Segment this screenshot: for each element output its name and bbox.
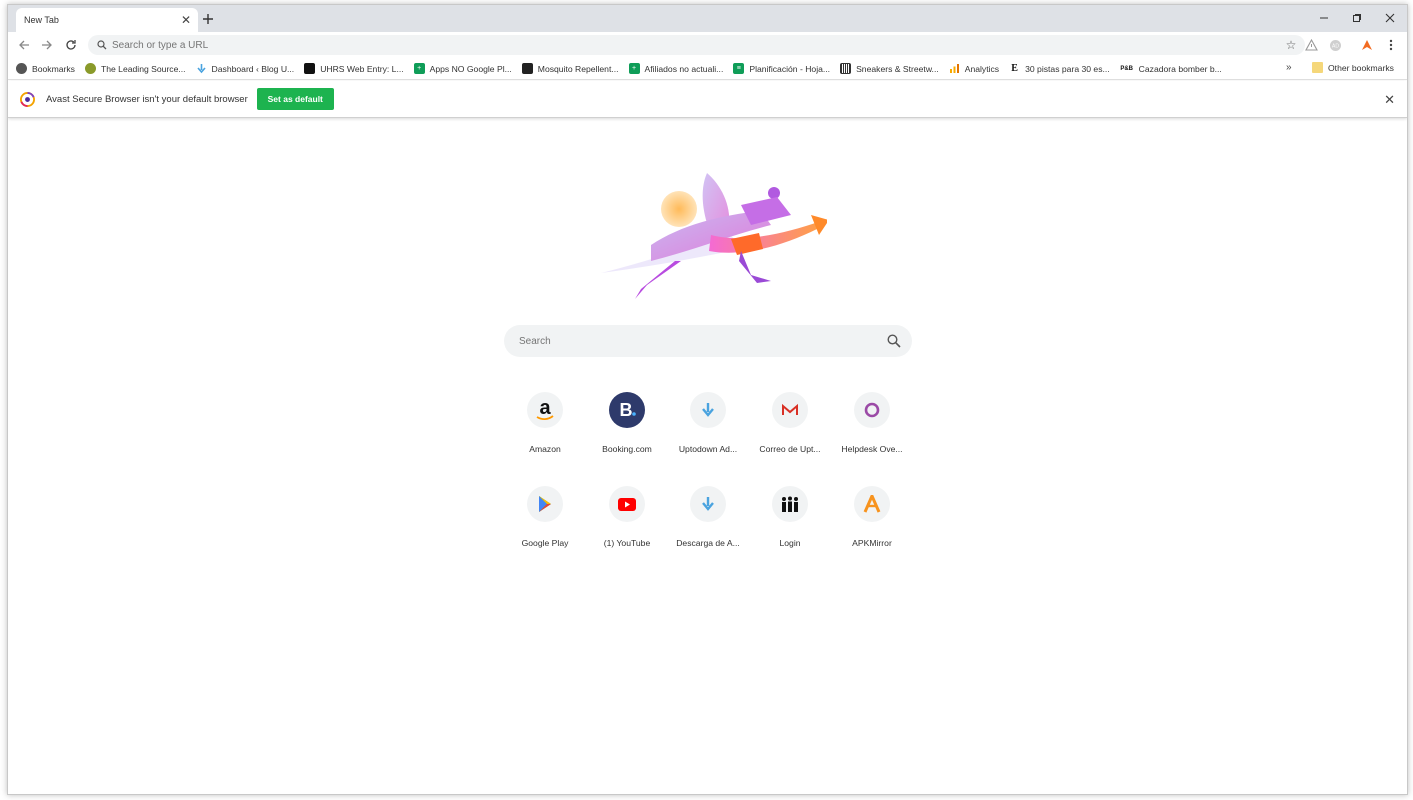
forward-button[interactable]	[38, 36, 56, 54]
restore-icon	[1353, 14, 1361, 22]
other-bookmarks-button[interactable]: Other bookmarks	[1312, 62, 1394, 73]
runner-illustration	[601, 173, 827, 299]
search-icon[interactable]	[876, 334, 912, 348]
tab-new-tab[interactable]: New Tab ✕	[16, 8, 198, 32]
svg-text:a: a	[539, 398, 551, 419]
reload-icon	[66, 40, 76, 50]
arrow-right-icon	[42, 40, 52, 50]
bookmark-item[interactable]: Sneakers & Streetw...	[840, 63, 939, 74]
helpdesk-icon	[854, 392, 890, 428]
bookmark-item[interactable]: Mosquito Repellent...	[521, 63, 619, 74]
bookmark-item[interactable]: Analytics	[949, 63, 999, 74]
bookmark-item[interactable]: E 30 pistas para 30 es...	[1009, 63, 1109, 74]
doc-icon	[521, 63, 533, 74]
tile-descarga[interactable]: Descarga de A...	[667, 485, 749, 565]
gmail-icon	[772, 392, 808, 428]
minimize-icon	[1320, 17, 1328, 19]
close-icon[interactable]: ✕	[178, 12, 194, 28]
svg-text:AD: AD	[1332, 43, 1339, 49]
avast-extension-icon[interactable]	[1358, 36, 1376, 54]
analytics-icon	[949, 63, 960, 74]
pb-icon: P&B	[1120, 65, 1133, 72]
newtab-search-bar[interactable]	[504, 325, 912, 357]
bookmarks-overflow-button[interactable]: »	[1286, 62, 1292, 73]
youtube-icon	[609, 486, 645, 522]
svg-text:B: B	[620, 400, 633, 420]
google-play-icon	[527, 486, 563, 522]
close-icon	[1385, 13, 1395, 23]
arrow-left-icon	[19, 40, 29, 50]
uptodown-icon	[690, 392, 726, 428]
default-browser-infobar: Avast Secure Browser isn't your default …	[8, 81, 1407, 118]
set-as-default-button[interactable]: Set as default	[256, 88, 334, 110]
close-window-button[interactable]	[1379, 9, 1401, 27]
tile-apkmirror[interactable]: APKMirror	[831, 485, 913, 565]
toolbar: ☆ AD	[8, 32, 1407, 58]
reload-button[interactable]	[62, 36, 80, 54]
bookmark-item[interactable]: The Leading Source...	[84, 63, 186, 74]
address-bar[interactable]: ☆	[88, 35, 1305, 55]
tile-amazon[interactable]: a Amazon	[504, 391, 586, 471]
leaf-icon	[84, 63, 96, 74]
bookmarks-bar: Bookmarks The Leading Source... Dashboar…	[8, 58, 1407, 80]
globe-icon	[16, 63, 27, 74]
bookmark-item[interactable]: + Afiliados no actuali...	[628, 63, 723, 74]
search-icon	[92, 40, 112, 50]
booking-icon: B	[609, 392, 645, 428]
restore-button[interactable]	[1346, 9, 1368, 27]
tile-correo-uptodown[interactable]: Correo de Upt...	[749, 391, 831, 471]
tile-helpdesk[interactable]: Helpdesk Ove...	[831, 391, 913, 471]
back-button[interactable]	[15, 36, 33, 54]
folder-icon	[1312, 62, 1323, 73]
star-icon[interactable]: ☆	[1281, 38, 1301, 52]
tile-login[interactable]: Login	[749, 485, 831, 565]
barcode-icon	[840, 63, 852, 74]
extension-warning-icon[interactable]	[1302, 36, 1320, 54]
bookmark-item[interactable]: Dashboard ‹ Blog U...	[196, 63, 294, 74]
tile-google-play[interactable]: Google Play	[504, 485, 586, 565]
new-tab-button[interactable]	[199, 10, 217, 28]
uptodown-icon	[690, 486, 726, 522]
browser-window: New Tab ✕ ☆	[7, 4, 1408, 795]
plus-icon	[203, 14, 213, 24]
url-input[interactable]	[112, 39, 1281, 51]
bookmark-item[interactable]: P&B Cazadora bomber b...	[1120, 63, 1221, 74]
infobar-message: Avast Secure Browser isn't your default …	[46, 93, 248, 105]
sheets-icon: ≡	[733, 63, 745, 74]
bookmark-item[interactable]: UHRS Web Entry: L...	[304, 63, 404, 74]
uptodown-icon	[196, 63, 207, 74]
e-icon: E	[1011, 63, 1018, 74]
menu-icon[interactable]	[1382, 36, 1400, 54]
people-icon	[772, 486, 808, 522]
sheets-icon: +	[628, 63, 640, 74]
minimize-button[interactable]	[1313, 9, 1335, 27]
title-bar: New Tab ✕	[8, 5, 1407, 32]
extension-circle-icon[interactable]: AD	[1326, 36, 1344, 54]
tile-uptodown-ad[interactable]: Uptodown Ad...	[667, 391, 749, 471]
tile-youtube[interactable]: (1) YouTube	[586, 485, 668, 565]
search-input[interactable]	[519, 335, 876, 347]
tile-booking[interactable]: B Booking.com	[586, 391, 668, 471]
bookmark-item[interactable]: Bookmarks	[16, 63, 75, 74]
close-icon[interactable]: ✕	[1384, 92, 1395, 108]
apkmirror-icon	[854, 486, 890, 522]
bookmark-item[interactable]: + Apps NO Google Pl...	[413, 63, 512, 74]
avast-secure-browser-icon	[20, 91, 35, 107]
bookmark-item[interactable]: ≡ Planificación - Hoja...	[733, 63, 830, 74]
people-icon	[304, 63, 316, 74]
sheets-icon: +	[413, 63, 425, 74]
tab-title: New Tab	[24, 15, 59, 25]
amazon-icon: a	[527, 392, 563, 428]
